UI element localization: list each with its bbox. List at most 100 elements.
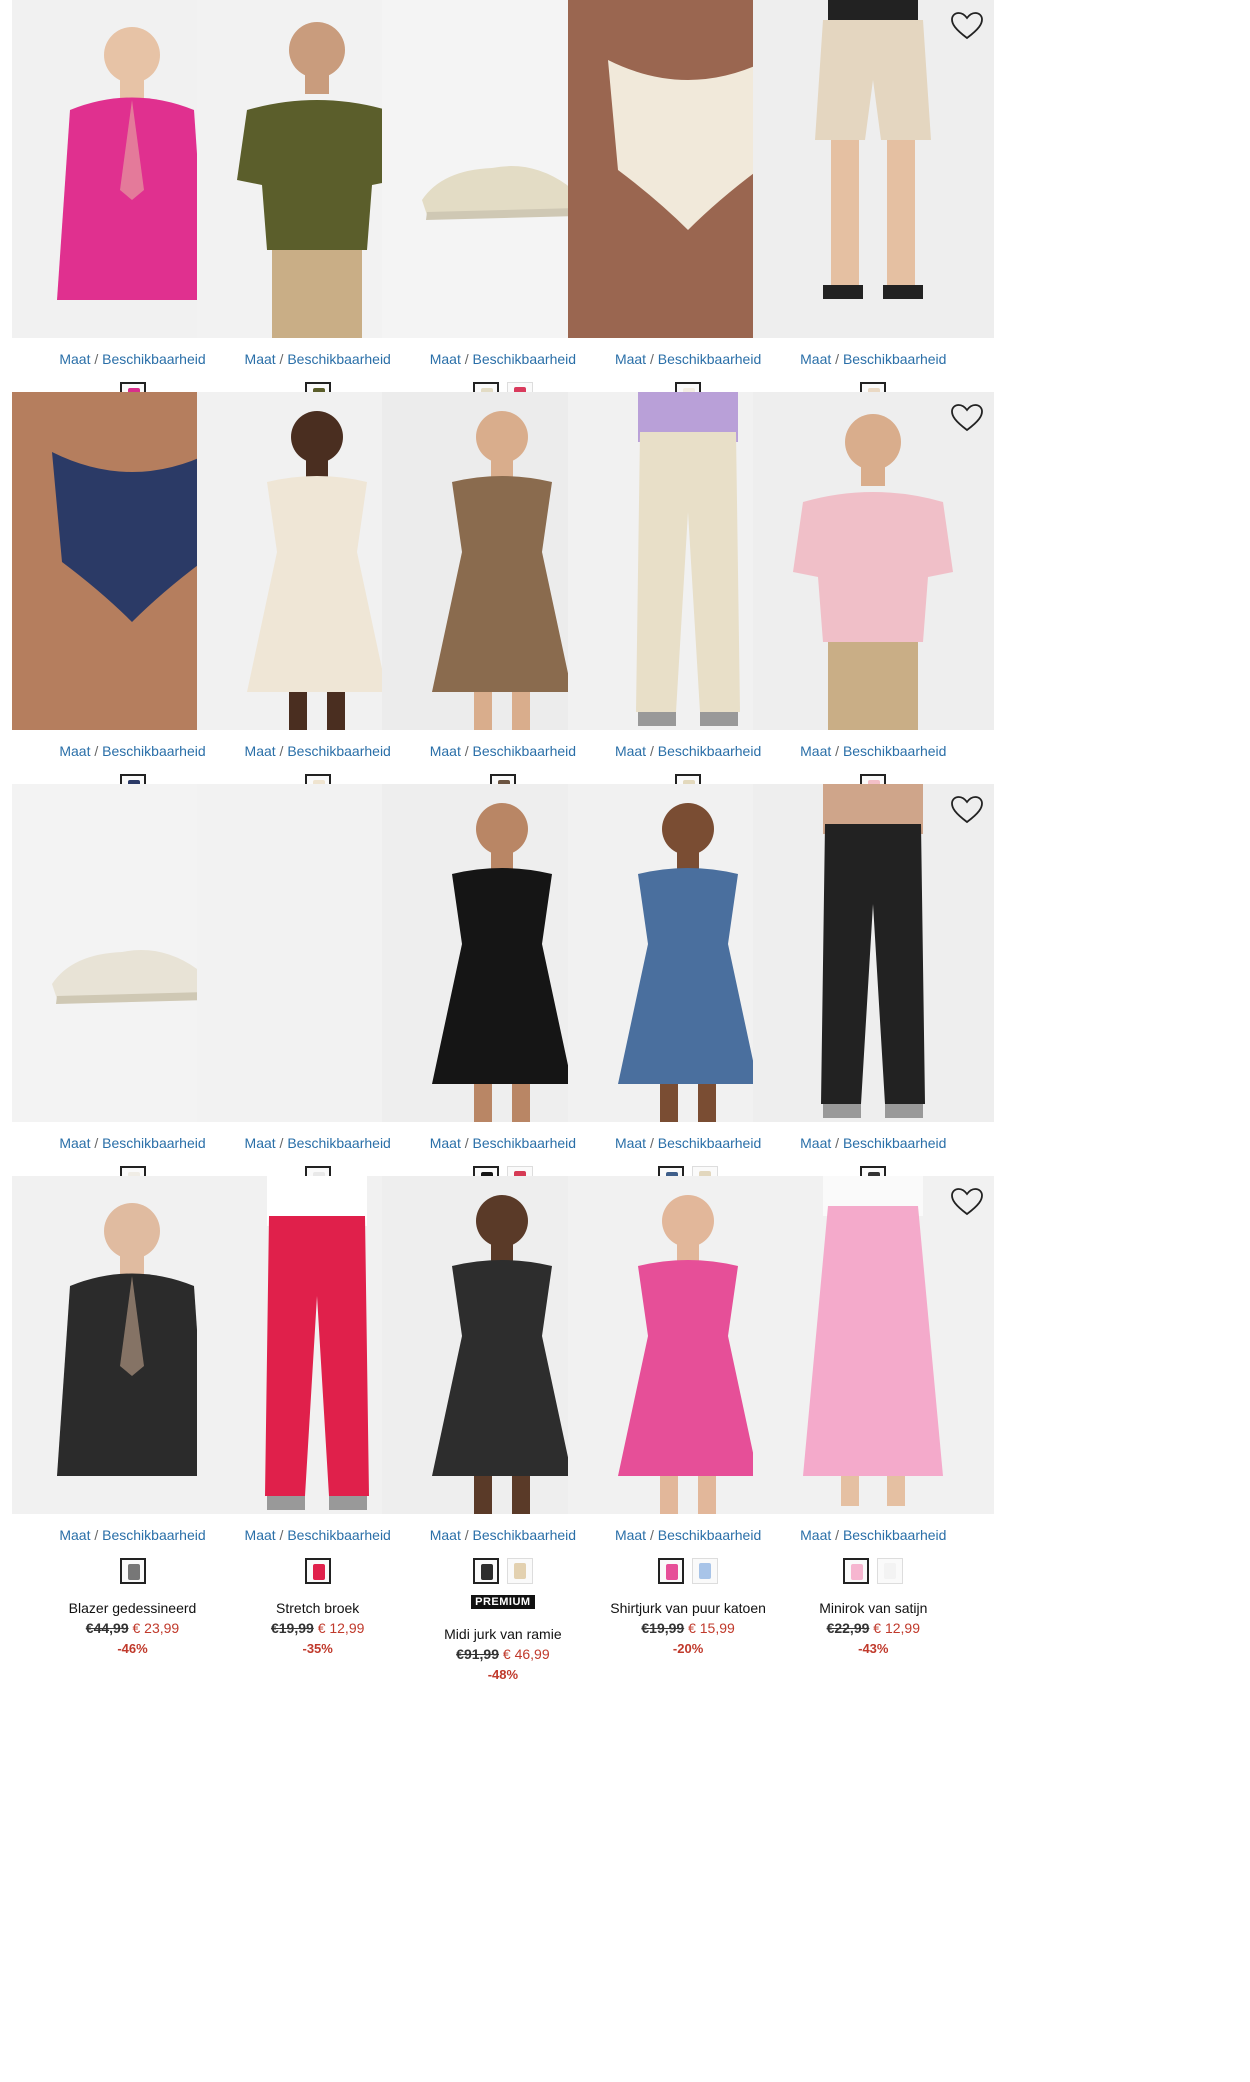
separator: / [646, 1135, 658, 1151]
wishlist-heart-icon[interactable] [950, 1186, 984, 1218]
size-label[interactable]: Maat [59, 1135, 90, 1151]
size-label[interactable]: Maat [800, 1527, 831, 1543]
size-label[interactable]: Maat [615, 1527, 646, 1543]
sale-price: € 12,99 [317, 1620, 365, 1636]
availability-label[interactable]: Beschikbaarheid [102, 1135, 206, 1151]
availability-label[interactable]: Beschikbaarheid [658, 1527, 762, 1543]
separator: / [90, 1527, 103, 1543]
separator: / [90, 351, 103, 367]
separator: / [831, 1135, 843, 1151]
wishlist-heart-icon[interactable] [950, 794, 984, 826]
separator: / [275, 1135, 288, 1151]
separator: / [646, 1527, 658, 1543]
size-availability-link[interactable]: Maat / Beschikbaarheid [753, 743, 994, 759]
availability-label[interactable]: Beschikbaarheid [473, 1135, 577, 1151]
separator: / [460, 1527, 473, 1543]
product-photo-illustration [752, 1176, 994, 1514]
separator: / [646, 743, 658, 759]
sale-price: € 46,99 [502, 1646, 550, 1662]
size-label[interactable]: Maat [245, 1135, 276, 1151]
color-swatch[interactable] [692, 1558, 719, 1584]
separator: / [646, 351, 658, 367]
color-swatch[interactable] [658, 1558, 685, 1584]
size-label[interactable]: Maat [615, 1135, 646, 1151]
separator: / [275, 1527, 288, 1543]
product-photo-illustration [752, 392, 994, 730]
separator: / [90, 743, 103, 759]
size-label[interactable]: Maat [800, 351, 831, 367]
size-label[interactable]: Maat [59, 743, 90, 759]
color-swatch[interactable] [472, 1558, 499, 1584]
separator: / [460, 743, 473, 759]
old-price: €19,99 [641, 1620, 685, 1636]
color-swatch[interactable] [119, 1558, 146, 1584]
sale-price: € 15,99 [688, 1620, 735, 1636]
size-label[interactable]: Maat [430, 1527, 461, 1543]
availability-label[interactable]: Beschikbaarheid [102, 743, 206, 759]
product-name[interactable]: Minirok van satijn [753, 1600, 994, 1616]
size-label[interactable]: Maat [615, 743, 646, 759]
separator: / [275, 351, 288, 367]
premium-badge-label: PREMIUM [471, 1595, 535, 1609]
size-label[interactable]: Maat [59, 351, 90, 367]
size-label[interactable]: Maat [430, 1135, 461, 1151]
size-label[interactable]: Maat [430, 743, 461, 759]
separator: / [460, 351, 473, 367]
availability-label[interactable]: Beschikbaarheid [287, 1135, 391, 1151]
old-price: €91,99 [456, 1646, 499, 1662]
product-photo-illustration [752, 0, 994, 338]
availability-label[interactable]: Beschikbaarheid [473, 1527, 577, 1543]
sale-price: € 23,99 [132, 1620, 180, 1636]
availability-label[interactable]: Beschikbaarheid [287, 1527, 391, 1543]
old-price: €22,99 [826, 1620, 870, 1636]
size-label[interactable]: Maat [430, 351, 461, 367]
product-photo-illustration [752, 784, 994, 1122]
product-image[interactable] [752, 1176, 994, 1514]
color-swatch[interactable] [304, 1558, 331, 1584]
discount-badge: -43% [858, 1641, 889, 1656]
size-label[interactable]: Maat [59, 1527, 90, 1543]
product-image[interactable] [752, 392, 994, 730]
availability-label[interactable]: Beschikbaarheid [102, 351, 206, 367]
size-availability-link[interactable]: Maat / Beschikbaarheid [753, 1527, 994, 1543]
availability-label[interactable]: Beschikbaarheid [658, 351, 762, 367]
sale-price: € 12,99 [873, 1620, 921, 1636]
separator: / [831, 1527, 843, 1543]
availability-label[interactable]: Beschikbaarheid [658, 743, 762, 759]
availability-label[interactable]: Beschikbaarheid [287, 351, 391, 367]
size-label[interactable]: Maat [245, 743, 276, 759]
separator: / [831, 351, 843, 367]
size-label[interactable]: Maat [800, 743, 831, 759]
availability-label[interactable]: Beschikbaarheid [287, 743, 391, 759]
wishlist-heart-icon[interactable] [950, 402, 984, 434]
discount-badge: -48% [487, 1667, 519, 1682]
wishlist-heart-icon[interactable] [950, 10, 984, 42]
color-swatch[interactable] [877, 1558, 904, 1584]
color-swatch[interactable] [506, 1558, 533, 1584]
old-price: €44,99 [85, 1620, 129, 1636]
availability-label[interactable]: Beschikbaarheid [473, 351, 577, 367]
size-label[interactable]: Maat [245, 351, 276, 367]
size-label[interactable]: Maat [615, 351, 646, 367]
old-price: €19,99 [270, 1620, 314, 1636]
color-swatches [753, 1558, 994, 1584]
size-label[interactable]: Maat [245, 1527, 276, 1543]
availability-label[interactable]: Beschikbaarheid [843, 743, 947, 759]
size-label[interactable]: Maat [800, 1135, 831, 1151]
price: €22,99 € 12,99 [753, 1620, 994, 1636]
separator: / [275, 743, 288, 759]
availability-label[interactable]: Beschikbaarheid [102, 1527, 206, 1543]
separator: / [831, 743, 843, 759]
size-availability-link[interactable]: Maat / Beschikbaarheid [753, 1135, 994, 1151]
color-swatch[interactable] [843, 1558, 870, 1584]
availability-label[interactable]: Beschikbaarheid [843, 351, 947, 367]
product-image[interactable] [752, 0, 994, 338]
availability-label[interactable]: Beschikbaarheid [658, 1135, 762, 1151]
separator: / [90, 1135, 103, 1151]
separator: / [460, 1135, 473, 1151]
size-availability-link[interactable]: Maat / Beschikbaarheid [753, 351, 994, 367]
product-image[interactable] [752, 784, 994, 1122]
availability-label[interactable]: Beschikbaarheid [843, 1527, 947, 1543]
availability-label[interactable]: Beschikbaarheid [473, 743, 577, 759]
availability-label[interactable]: Beschikbaarheid [843, 1135, 947, 1151]
